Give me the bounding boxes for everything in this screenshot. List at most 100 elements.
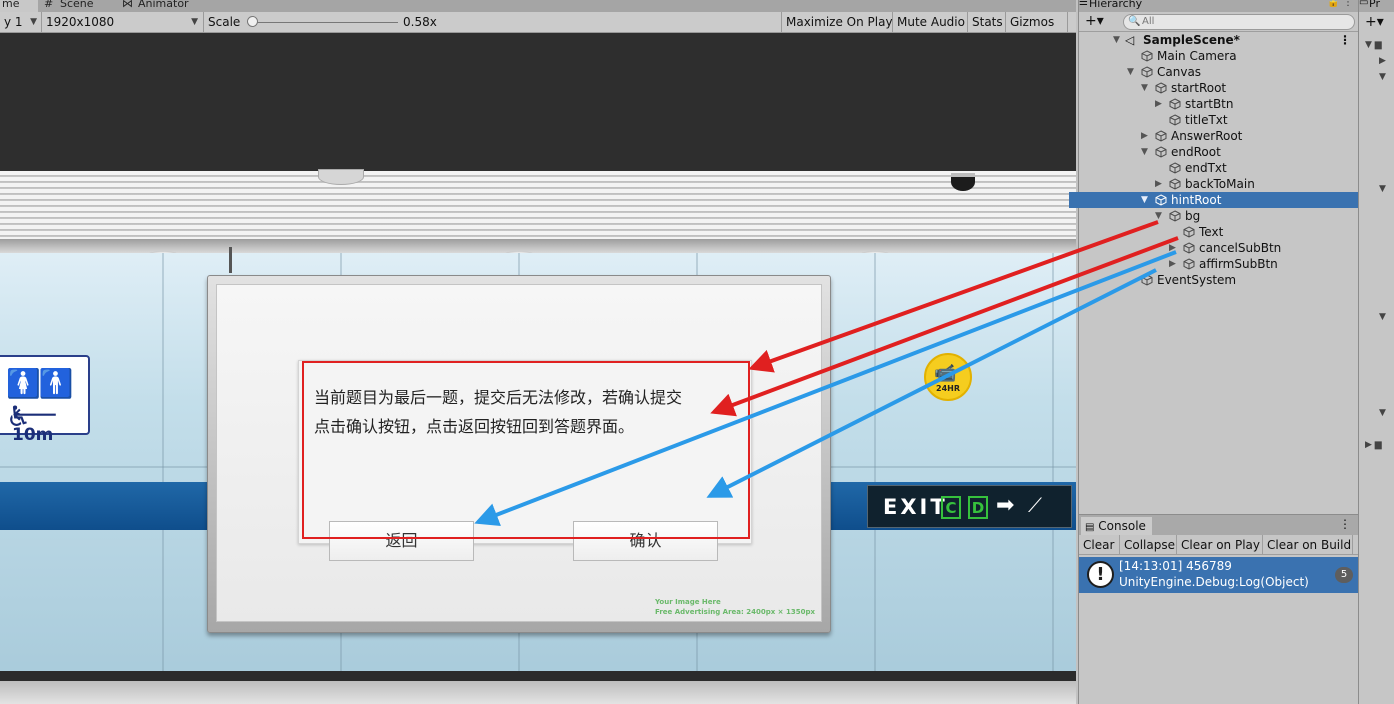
exit-sign: EXIT C D ➡ ⟋ <box>867 485 1072 528</box>
log-entry[interactable]: ! [14:13:01] 456789 UnityEngine.Debug:Lo… <box>1079 557 1359 593</box>
project-panel: ▭ Pr +▾ ▼ ▆ ▶ ▼ ▼ ▼ ▼ ▶ ▆ <box>1358 0 1394 704</box>
tree-item-cancelsubbtn[interactable]: ▶ cancelSubBtn <box>1079 240 1359 256</box>
project-tab-label: Pr <box>1369 0 1380 10</box>
tree-item-label: Main Camera <box>1157 49 1237 63</box>
chevron-down-icon[interactable]: ▼ <box>1155 208 1162 224</box>
cancel-button[interactable]: 返回 <box>329 521 474 561</box>
chevron-down-icon: ▼ <box>191 17 198 27</box>
scene-label: SampleScene* <box>1143 33 1240 47</box>
tree-item-label: AnswerRoot <box>1171 129 1243 143</box>
tree-item-text[interactable]: Text <box>1079 224 1359 240</box>
lock-icon[interactable]: 🔒 ⋮ <box>1327 0 1353 8</box>
tree-item-label: hintRoot <box>1171 193 1222 207</box>
floor <box>0 681 1076 704</box>
confirm-button[interactable]: 确认 <box>573 521 718 561</box>
hint-dialog: 当前题目为最后一题，提交后无法修改，若确认提交 点击确认按钮，点击返回按钮回到答… <box>298 360 752 561</box>
console-tab[interactable]: ▤ Console <box>1081 517 1152 535</box>
scale-value: 0.58x <box>403 15 437 29</box>
gameobject-icon <box>1141 66 1153 78</box>
chevron-down-icon[interactable]: ▼ <box>1141 144 1148 160</box>
tree-item-hintroot[interactable]: ▼ hintRoot <box>1069 192 1359 208</box>
tree-item-answerroot[interactable]: ▶ AnswerRoot <box>1079 128 1359 144</box>
mute-audio-button[interactable]: Mute Audio <box>893 12 968 32</box>
tree-item-label: cancelSubBtn <box>1199 241 1282 255</box>
console-icon: ▤ <box>1085 522 1095 533</box>
fold-arrow-icon[interactable]: ▼ <box>1379 312 1386 322</box>
game-view[interactable]: 🚺🚹♿ 🡐 10m 📹 24HR EXIT C D ➡ ⟋ Your Image… <box>0 33 1076 704</box>
add-icon[interactable]: +▾ <box>1365 14 1384 30</box>
info-icon: ! <box>1087 561 1114 588</box>
tree-item-label: Canvas <box>1157 65 1202 79</box>
add-icon[interactable]: +▾ <box>1085 13 1104 29</box>
scale-slider-knob[interactable] <box>247 16 258 27</box>
fold-arrow-icon[interactable]: ▼ <box>1379 408 1386 418</box>
tab-scene[interactable]: Scene <box>60 0 94 12</box>
chevron-right-icon[interactable]: ▶ <box>1155 176 1162 192</box>
chevron-right-icon[interactable]: ▶ <box>1169 256 1176 272</box>
resolution-dropdown[interactable]: 1920x1080 ▼ <box>42 12 204 32</box>
arrow-left-icon: 🡐 <box>12 405 58 425</box>
gameobject-icon <box>1183 226 1195 238</box>
fold-arrow-icon[interactable]: ▼ <box>1379 184 1386 194</box>
tree-item-endroot[interactable]: ▼ endRoot <box>1079 144 1359 160</box>
chevron-down-icon[interactable]: ▼ <box>1127 64 1134 80</box>
hierarchy-search-input[interactable]: 🔍 All <box>1123 14 1355 30</box>
project-tab[interactable]: ▭ Pr <box>1359 0 1394 12</box>
gameobject-icon <box>1169 178 1181 190</box>
chevron-down-icon[interactable]: ▼ <box>1113 32 1120 48</box>
ad-line-2: Free Advertising Area: 2400px × 1350px <box>655 608 815 616</box>
tree-item-bg[interactable]: ▼ bg <box>1079 208 1359 224</box>
fold-arrow-icon[interactable]: ▶ <box>1379 56 1386 66</box>
chevron-down-icon[interactable]: ▼ <box>1141 80 1148 96</box>
tab-scene-icon: # <box>44 0 54 10</box>
gameobject-icon <box>1155 146 1167 158</box>
chevron-right-icon[interactable]: ▶ <box>1141 128 1148 144</box>
fold-arrow-icon[interactable]: ▼ <box>1379 72 1386 82</box>
tree-item-eventsystem[interactable]: EventSystem <box>1079 272 1359 288</box>
tab-game[interactable]: me <box>0 0 38 12</box>
gizmos-button[interactable]: Gizmos <box>1006 12 1068 32</box>
scale-control: Scale 0.58x <box>204 12 782 32</box>
resolution-value: 1920x1080 <box>46 15 115 29</box>
gameobject-icon <box>1155 194 1167 206</box>
tree-item-main-camera[interactable]: Main Camera <box>1079 48 1359 64</box>
restroom-sign: 🚺🚹♿ 🡐 10m <box>0 355 90 445</box>
chevron-down-icon: ▼ <box>30 17 37 27</box>
maximize-on-play-button[interactable]: Maximize On Play <box>782 12 893 32</box>
gameobject-icon <box>1183 242 1195 254</box>
tree-item-startbtn[interactable]: ▶ startBtn <box>1079 96 1359 112</box>
console-tab-bar: ▤ Console ⋮ <box>1079 515 1359 535</box>
clear-on-build-button[interactable]: Clear on Build <box>1263 535 1353 555</box>
tree-item-label: titleTxt <box>1185 113 1228 127</box>
folder-icon[interactable]: ▶ ▆ <box>1365 440 1382 450</box>
hierarchy-tab[interactable]: ☰ Hierarchy 🔒 ⋮ <box>1079 0 1359 12</box>
fold-arrow-icon[interactable]: ▼ ▆ <box>1365 40 1382 50</box>
exit-d-box: D <box>968 496 988 519</box>
tree-item-startroot[interactable]: ▼ startRoot <box>1079 80 1359 96</box>
scale-slider-track[interactable] <box>252 22 398 23</box>
display-dropdown[interactable]: y 1 ▼ <box>0 12 42 32</box>
more-icon[interactable]: ⋮ <box>1339 32 1351 48</box>
tree-item-titletxt[interactable]: titleTxt <box>1079 112 1359 128</box>
stats-button[interactable]: Stats <box>968 12 1006 32</box>
more-icon[interactable]: ⋮ <box>1339 517 1351 531</box>
tree-item-label: startRoot <box>1171 81 1227 95</box>
24hr-camera-sticker: 📹 24HR <box>924 353 972 401</box>
chevron-right-icon[interactable]: ▶ <box>1169 240 1176 256</box>
chevron-down-icon[interactable]: ▼ <box>1141 192 1148 208</box>
list-icon: ☰ <box>1079 0 1088 8</box>
clear-on-play-button[interactable]: Clear on Play <box>1177 535 1263 555</box>
chevron-right-icon[interactable]: ▶ <box>1155 96 1162 112</box>
camera-icon: 📹 <box>934 363 957 384</box>
search-placeholder: All <box>1142 16 1155 27</box>
tree-item-backtomain[interactable]: ▶ backToMain <box>1079 176 1359 192</box>
tree-item-affirmsubbtn[interactable]: ▶ affirmSubBtn <box>1079 256 1359 272</box>
collapse-button[interactable]: Collapse <box>1120 535 1177 555</box>
gameobject-icon <box>1141 50 1153 62</box>
tree-item-canvas[interactable]: ▼ Canvas <box>1079 64 1359 80</box>
tree-item-endtxt[interactable]: endTxt <box>1079 160 1359 176</box>
scene-row[interactable]: ▼ ◁ SampleScene* ⋮ <box>1079 32 1359 48</box>
tab-animator[interactable]: Animator <box>138 0 189 12</box>
tree-item-label: bg <box>1185 209 1201 223</box>
clear-button[interactable]: Clear <box>1079 535 1120 555</box>
